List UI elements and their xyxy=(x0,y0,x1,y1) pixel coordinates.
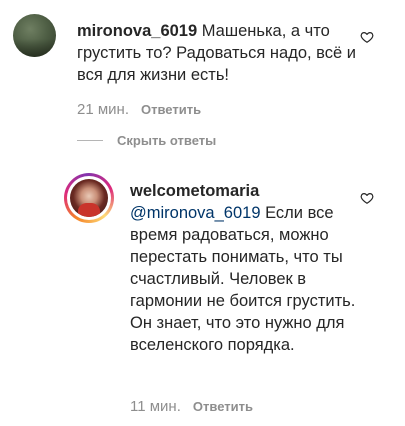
reply-button[interactable]: Ответить xyxy=(193,399,253,414)
hide-replies-label: Скрыть ответы xyxy=(117,133,217,148)
avatar-mironova[interactable] xyxy=(13,14,56,57)
avatar-photo xyxy=(70,179,108,217)
reply-text: Если все время радоваться, можно переста… xyxy=(130,204,356,354)
avatar-photo-detail xyxy=(78,203,100,217)
like-heart-icon[interactable] xyxy=(360,191,374,205)
avatar-ring-gap xyxy=(67,176,111,220)
reply-button[interactable]: Ответить xyxy=(141,102,201,117)
comment-meta: 21 мин. Ответить xyxy=(77,101,201,118)
hide-replies-toggle[interactable]: Скрыть ответы xyxy=(77,133,216,148)
comment-time: 21 мин. xyxy=(77,101,129,118)
reply-meta: 11 мин. Ответить xyxy=(130,398,253,415)
comment-body: mironova_6019 Машенька, а что грустить т… xyxy=(77,20,362,86)
reply-time: 11 мин. xyxy=(130,398,181,415)
like-heart-icon[interactable] xyxy=(360,30,374,44)
reply-body: welcometomaria @mironova_6019 Если все в… xyxy=(130,180,362,356)
replies-divider-line xyxy=(77,140,103,141)
comment-username[interactable]: mironova_6019 xyxy=(77,22,197,40)
reply-username[interactable]: welcometomaria xyxy=(130,182,259,200)
reply-mention[interactable]: @mironova_6019 xyxy=(130,204,261,222)
avatar-welcometomaria[interactable] xyxy=(64,173,114,223)
avatar-shade xyxy=(13,39,56,57)
